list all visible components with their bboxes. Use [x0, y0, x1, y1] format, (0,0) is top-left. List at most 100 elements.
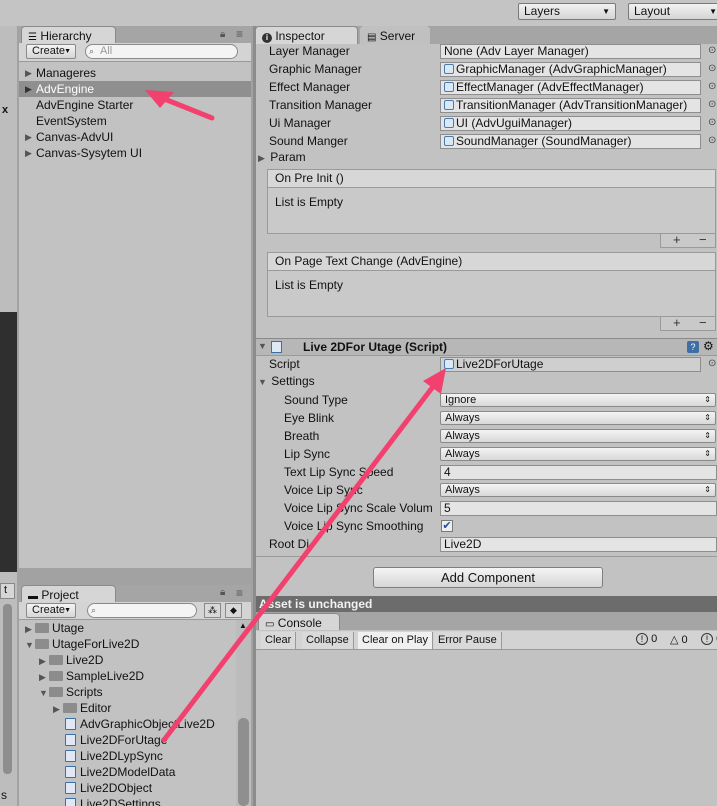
setting-dropdown[interactable]: Always ⇕	[440, 411, 716, 425]
hierarchy-item[interactable]: EventSystem	[19, 113, 251, 129]
triangle-down-icon[interactable]: ▼	[39, 685, 49, 701]
object-icon	[444, 64, 454, 74]
scrollbar-thumb[interactable]	[238, 718, 249, 806]
hierarchy-item-label: Canvas-Sysytem UI	[36, 146, 143, 160]
scroll-up-icon[interactable]: ▲	[239, 621, 247, 630]
object-picker-icon[interactable]: ⊙	[708, 81, 716, 92]
script-item[interactable]: AdvGraphicObjectLive2D	[53, 716, 215, 732]
object-picker-icon[interactable]: ⊙	[708, 45, 716, 56]
manager-field[interactable]: SoundManager (SoundManager)	[440, 134, 701, 149]
script-item[interactable]: Live2DForUtage	[53, 732, 167, 748]
lock-icon[interactable]: 🔒︎	[220, 587, 225, 598]
triangle-right-icon[interactable]: ▶	[53, 701, 63, 717]
folder-item[interactable]: ▼ Scripts	[39, 684, 103, 700]
manager-field[interactable]: EffectManager (AdvEffectManager)	[440, 80, 701, 95]
project-item-label: Live2DSettings	[80, 797, 161, 806]
manager-field[interactable]: TransitionManager (AdvTransitionManager)	[440, 98, 701, 113]
warning-count[interactable]: △ 0	[670, 633, 688, 646]
hierarchy-create-button[interactable]: Create ▼	[26, 44, 76, 59]
project-search-input[interactable]: ⌕	[87, 603, 197, 618]
setting-checkbox[interactable]: ✔	[441, 520, 453, 532]
error-count[interactable]: ! 0	[636, 633, 657, 645]
left-edge-scrollbar[interactable]	[3, 604, 12, 774]
object-picker-icon[interactable]: ⊙	[708, 99, 716, 110]
setting-input[interactable]: 5	[440, 501, 717, 516]
hierarchy-item-label: Canvas-AdvUI	[36, 130, 114, 144]
hierarchy-item[interactable]: ▶ Canvas-Sysytem UI	[19, 145, 251, 161]
console-clear-on-play-toggle[interactable]: Clear on Play	[358, 632, 434, 649]
object-picker-icon[interactable]: ⊙	[708, 117, 716, 128]
divider	[256, 556, 717, 557]
triangle-right-icon[interactable]: ▶	[25, 65, 32, 81]
script-item[interactable]: Live2DObject	[53, 780, 152, 796]
hierarchy-item[interactable]: ▶ Manageres	[19, 65, 251, 81]
hierarchy-item[interactable]: AdvEngine Starter	[19, 97, 251, 113]
object-picker-icon[interactable]: ⊙	[708, 63, 716, 74]
help-icon[interactable]: ?	[687, 341, 699, 353]
setting-input[interactable]: 4	[440, 465, 717, 480]
add-component-button[interactable]: Add Component	[373, 567, 603, 588]
tab-server[interactable]: ▤ Server	[360, 26, 430, 46]
triangle-down-icon[interactable]: ▼	[258, 341, 267, 351]
script-item[interactable]: Live2DLypSync	[53, 748, 163, 764]
hierarchy-item[interactable]: ▶ AdvEngine	[19, 81, 251, 97]
folder-item[interactable]: ▶ Live2D	[39, 652, 103, 668]
console-error-pause-toggle[interactable]: Error Pause	[434, 632, 502, 649]
triangle-down-icon[interactable]: ▼	[25, 637, 35, 653]
setting-dropdown[interactable]: Always ⇕	[440, 483, 716, 497]
layers-dropdown[interactable]: Layers ▼	[518, 3, 616, 20]
param-foldout[interactable]: ▶ Param	[258, 150, 306, 164]
console-clear-button[interactable]: Clear	[261, 632, 297, 649]
settings-foldout[interactable]: ▼ Settings	[258, 374, 315, 388]
project-item-label: Live2DForUtage	[80, 733, 168, 747]
console-collapse-button[interactable]: Collapse	[302, 632, 354, 649]
error-count-value: 0	[651, 633, 658, 645]
setting-dropdown[interactable]: Ignore ⇕	[440, 393, 716, 407]
project-scrollbar[interactable]: ▲	[236, 620, 251, 806]
hierarchy-item[interactable]: ▶ Canvas-AdvUI	[19, 129, 251, 145]
project-create-button[interactable]: Create ▼	[26, 603, 76, 618]
object-picker-icon[interactable]: ⊙	[708, 135, 716, 146]
setting-label: Voice Lip Sync	[284, 483, 363, 497]
triangle-right-icon[interactable]: ▶	[25, 145, 32, 161]
script-item[interactable]: Live2DModelData	[53, 764, 175, 780]
folder-item[interactable]: ▶ Utage	[25, 620, 84, 636]
setting-dropdown[interactable]: Always ⇕	[440, 429, 716, 443]
triangle-right-icon[interactable]: ▶	[39, 653, 49, 669]
plus-icon[interactable]: +	[673, 232, 681, 247]
root-dir-field[interactable]: Live2D	[440, 537, 717, 552]
minus-icon[interactable]: −	[699, 232, 707, 247]
log-count[interactable]: ! 0	[701, 633, 717, 645]
tab-console[interactable]: ▭ Console	[258, 613, 340, 631]
hierarchy-search-input[interactable]: ⌕ All	[85, 44, 238, 59]
panel-menu-icon[interactable]: ≡	[236, 586, 243, 600]
plus-icon[interactable]: +	[673, 315, 681, 330]
manager-field[interactable]: None (Adv Layer Manager)	[440, 44, 701, 59]
layout-dropdown[interactable]: Layout ▼	[628, 3, 717, 20]
filter-by-label-icon[interactable]: ◆	[225, 603, 242, 618]
manager-field[interactable]: GraphicManager (AdvGraphicManager)	[440, 62, 701, 77]
tab-hierarchy-label: Hierarchy	[40, 29, 92, 43]
gear-icon[interactable]: ⚙	[703, 339, 714, 353]
triangle-right-icon[interactable]: ▶	[25, 621, 35, 637]
script-item[interactable]: Live2DSettings	[53, 796, 161, 806]
minus-icon[interactable]: −	[699, 315, 707, 330]
setting-dropdown[interactable]: Always ⇕	[440, 447, 716, 461]
left-edge-button[interactable]: t	[0, 583, 15, 599]
folder-item[interactable]: ▼ UtageForLive2D	[25, 636, 139, 652]
triangle-right-icon[interactable]: ▶	[39, 669, 49, 685]
panel-menu-icon[interactable]: ≡	[236, 27, 243, 41]
folder-item[interactable]: ▶ SampleLive2D	[39, 668, 144, 684]
triangle-right-icon[interactable]: ▶	[25, 129, 32, 145]
add-component-label: Add Component	[441, 570, 535, 585]
root-dir-label: Root Di	[269, 537, 310, 551]
filter-by-type-icon[interactable]: ⁂	[204, 603, 221, 618]
object-picker-icon[interactable]: ⊙	[708, 358, 716, 369]
manager-field[interactable]: UI (AdvUguiManager)	[440, 116, 701, 131]
tab-project[interactable]: ▬ Project	[21, 585, 116, 603]
lock-icon[interactable]: 🔒︎	[220, 29, 225, 40]
folder-item[interactable]: ▶ Editor	[53, 700, 111, 716]
script-field[interactable]: Live2DForUtage	[440, 357, 701, 372]
triangle-right-icon[interactable]: ▶	[25, 81, 32, 97]
create-label: Create	[32, 604, 66, 616]
